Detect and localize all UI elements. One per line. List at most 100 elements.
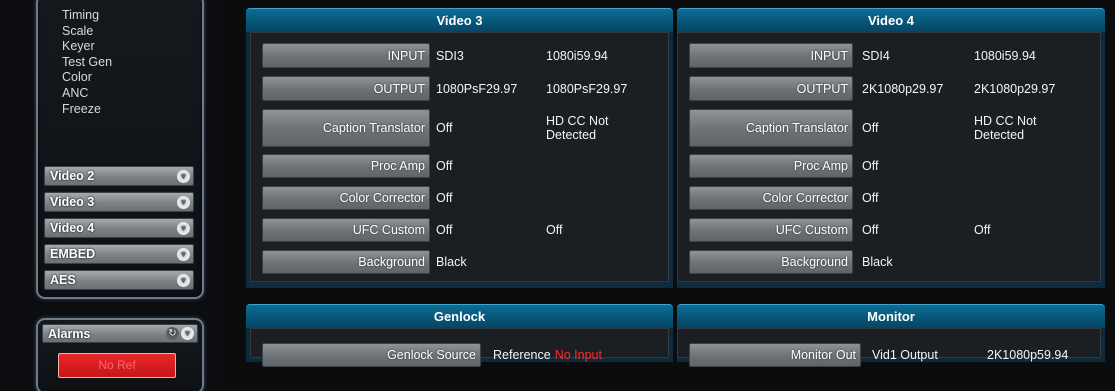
video-3-row-output: OUTPUT 1080PsF29.97 1080PsF29.97 [262,76,664,101]
ufc-custom-button[interactable]: UFC Custom [262,218,430,242]
ufc-custom-value-2: Off [974,223,991,237]
background-value: Black [862,255,893,269]
input-button[interactable]: INPUT [689,43,853,68]
video-4-row-input: INPUT SDI4 1080i59.94 [689,43,1096,68]
video-4-row-background: Background Black [689,250,1096,274]
caption-translator-button[interactable]: Caption Translator [689,109,853,147]
submenu-item-timing[interactable]: Timing [62,8,112,24]
ufc-custom-value: Off [436,223,453,237]
video-4-panel-body: INPUT SDI4 1080i59.94 OUTPUT 2K1080p29.9… [677,32,1101,282]
genlock-source-button[interactable]: Genlock Source [262,343,481,367]
monitor-panel: Monitor Out Vid1 Output 2K1080p59.94 [677,328,1105,367]
video-3-row-caption-translator: Caption Translator Off HD CC Not Detecte… [262,109,664,147]
sidebar-item-video-3[interactable]: Video 3 ▼ [44,192,194,212]
proc-amp-value: Off [436,159,453,173]
submenu-item-test-gen[interactable]: Test Gen [62,55,112,71]
alarms-panel: Alarms ↻ ▼ No Ref [36,318,204,391]
sidebar-item-label: Video 4 [50,221,95,235]
video-4-row-caption-translator: Caption Translator Off HD CC Not Detecte… [689,109,1096,147]
sidebar-menu-panel: Timing Scale Keyer Test Gen Color ANC Fr… [36,0,204,299]
output-value: 2K1080p29.97 [862,81,944,96]
input-value: SDI3 [436,48,464,63]
sidebar-item-embed[interactable]: EMBED ▼ [44,244,194,264]
video-3-panel: INPUT SDI3 1080i59.94 OUTPUT 1080PsF29.9… [246,32,673,288]
caption-translator-value: Off [436,121,453,135]
caption-status: HD CC Not Detected [974,114,1037,142]
submenu-item-anc[interactable]: ANC [62,86,112,102]
input-format: 1080i59.94 [546,48,608,63]
input-button[interactable]: INPUT [262,43,430,68]
submenu-item-freeze[interactable]: Freeze [62,102,112,118]
sidebar: Timing Scale Keyer Test Gen Color ANC Fr… [0,0,222,391]
video-4-panel: INPUT SDI4 1080i59.94 OUTPUT 2K1080p29.9… [677,32,1105,288]
output-button[interactable]: OUTPUT [262,76,430,101]
output-format: 2K1080p29.97 [974,81,1056,96]
video-4-row-proc-amp: Proc Amp Off [689,154,1096,178]
reference-label: Reference [493,348,551,362]
monitor-out-format: 2K1080p59.94 [987,348,1069,362]
background-value: Black [436,255,467,269]
video-3-row-proc-amp: Proc Amp Off [262,154,664,178]
video-3-row-ufc-custom: UFC Custom Off Off [262,218,664,242]
video-4-row-ufc-custom: UFC Custom Off Off [689,218,1096,242]
input-format: 1080i59.94 [974,48,1036,63]
proc-amp-button[interactable]: Proc Amp [689,154,853,178]
monitor-out-value: Vid1 Output [872,348,938,362]
submenu-item-color[interactable]: Color [62,70,112,86]
submenu-list: Timing Scale Keyer Test Gen Color ANC Fr… [62,8,112,117]
color-corrector-button[interactable]: Color Corrector [262,186,430,210]
video-4-panel-title: Video 4 [677,8,1105,32]
output-format: 1080PsF29.97 [546,81,628,96]
monitor-out-button[interactable]: Monitor Out [689,343,861,367]
color-corrector-button[interactable]: Color Corrector [689,186,853,210]
alarms-header[interactable]: Alarms ↻ ▼ [42,324,198,343]
sidebar-item-label: Video 3 [50,195,95,209]
color-corrector-value: Off [862,191,879,205]
video-3-row-color-corrector: Color Corrector Off [262,186,664,210]
chevron-down-icon[interactable]: ▼ [177,222,190,235]
genlock-panel: Genlock Source Reference No Input [246,328,673,367]
no-ref-alarm-button[interactable]: No Ref [58,353,176,378]
monitor-panel-title: Monitor [677,304,1105,328]
chevron-down-icon[interactable]: ▼ [177,170,190,183]
output-button[interactable]: OUTPUT [689,76,853,101]
ufc-custom-button[interactable]: UFC Custom [689,218,853,242]
sidebar-item-aes[interactable]: AES ▼ [44,270,194,290]
input-value: SDI4 [862,48,890,63]
video-3-row-background: Background Black [262,250,664,274]
caption-translator-button[interactable]: Caption Translator [262,109,430,147]
genlock-row: Genlock Source Reference No Input [262,343,664,367]
monitor-panel-body: Monitor Out Vid1 Output 2K1080p59.94 [677,328,1101,367]
sidebar-item-video-2[interactable]: Video 2 ▼ [44,166,194,186]
refresh-icon[interactable]: ↻ [166,327,179,340]
submenu-item-scale[interactable]: Scale [62,24,112,40]
alarms-label: Alarms [48,327,91,341]
no-input-status: No Input [554,348,602,362]
sidebar-item-label: AES [50,273,76,287]
ufc-custom-value-2: Off [546,223,563,237]
submenu-item-keyer[interactable]: Keyer [62,39,112,55]
output-value: 1080PsF29.97 [436,81,518,96]
video-4-row-color-corrector: Color Corrector Off [689,186,1096,210]
caption-translator-value: Off [862,121,879,135]
background-button[interactable]: Background [689,250,853,274]
sidebar-item-label: EMBED [50,247,96,261]
ufc-custom-value: Off [862,223,879,237]
caption-status: HD CC Not Detected [546,114,609,142]
genlock-source-value: Reference No Input [493,343,602,367]
chevron-down-icon[interactable]: ▼ [177,196,190,209]
sidebar-item-video-4[interactable]: Video 4 ▼ [44,218,194,238]
proc-amp-button[interactable]: Proc Amp [262,154,430,178]
chevron-down-icon[interactable]: ▼ [177,274,190,287]
chevron-down-icon[interactable]: ▼ [181,327,194,340]
color-corrector-value: Off [436,191,453,205]
chevron-down-icon[interactable]: ▼ [177,248,190,261]
proc-amp-value: Off [862,159,879,173]
main-content: Video 3 INPUT SDI3 1080i59.94 OUTPUT 108… [222,0,1115,391]
background-button[interactable]: Background [262,250,430,274]
video-3-panel-title: Video 3 [246,8,673,32]
sidebar-item-label: Video 2 [50,169,95,183]
video-3-row-input: INPUT SDI3 1080i59.94 [262,43,664,68]
genlock-panel-body: Genlock Source Reference No Input [250,328,669,367]
video-3-panel-body: INPUT SDI3 1080i59.94 OUTPUT 1080PsF29.9… [250,32,669,282]
